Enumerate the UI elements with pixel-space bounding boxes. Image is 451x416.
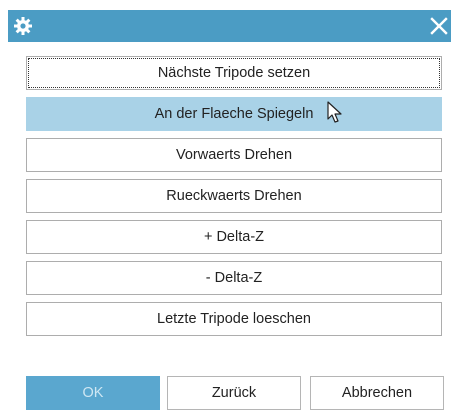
mirror-on-surface-button[interactable]: An der Flaeche Spiegeln	[26, 97, 442, 131]
cancel-button[interactable]: Abbrechen	[310, 376, 444, 410]
close-icon[interactable]	[427, 14, 451, 38]
delete-last-tripod-button[interactable]: Letzte Tripode loeschen	[26, 302, 442, 336]
command-button-list: Nächste Tripode setzen An der Flaeche Sp…	[26, 56, 442, 343]
gear-icon	[14, 17, 32, 35]
rotate-backward-button[interactable]: Rueckwaerts Drehen	[26, 179, 442, 213]
rotate-forward-button[interactable]: Vorwaerts Drehen	[26, 138, 442, 172]
dialog-footer: OK Zurück Abbrechen	[26, 376, 446, 410]
set-next-tripod-button[interactable]: Nächste Tripode setzen	[26, 56, 442, 90]
minus-delta-z-button[interactable]: - Delta-Z	[26, 261, 442, 295]
back-button[interactable]: Zurück	[167, 376, 301, 410]
dialog: Nächste Tripode setzen An der Flaeche Sp…	[0, 0, 451, 416]
plus-delta-z-button[interactable]: + Delta-Z	[26, 220, 442, 254]
mouse-pointer-icon	[327, 101, 342, 123]
ok-button[interactable]: OK	[26, 376, 160, 410]
dialog-titlebar	[8, 10, 451, 42]
